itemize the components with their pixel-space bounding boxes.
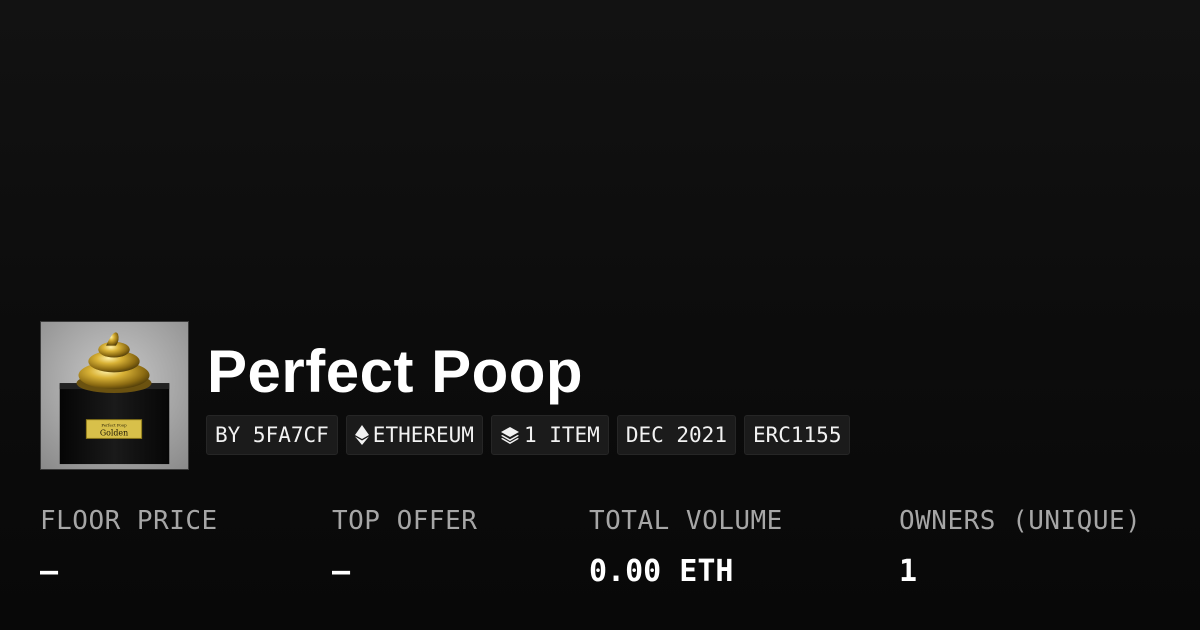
tag-date[interactable]: DEC 2021 bbox=[616, 415, 736, 455]
stat-owners: OWNERS (UNIQUE) 1 bbox=[899, 503, 1141, 591]
stat-floor-price: FLOOR PRICE — bbox=[40, 503, 218, 591]
collection-title: Perfect Poop bbox=[207, 338, 584, 405]
tag-chain-label: ETHEREUM bbox=[372, 423, 474, 447]
tag-items[interactable]: 1 ITEM bbox=[490, 415, 609, 455]
stat-label: TOTAL VOLUME bbox=[589, 506, 783, 536]
stat-value: 0.00 ETH bbox=[589, 554, 734, 589]
stat-value: 1 bbox=[899, 554, 918, 589]
stat-label: TOP OFFER bbox=[332, 506, 478, 536]
tag-creator[interactable]: BY 5FA7CF bbox=[206, 415, 338, 455]
tag-chain[interactable]: ETHEREUM bbox=[345, 415, 483, 455]
plaque-text: Golden bbox=[100, 428, 128, 437]
stat-label: OWNERS (UNIQUE) bbox=[899, 506, 1142, 536]
plaque-small-text: Perfect Poop bbox=[101, 423, 127, 428]
layers-icon bbox=[500, 426, 520, 444]
collection-thumbnail: Perfect Poop Golden bbox=[40, 321, 189, 470]
tag-standard[interactable]: ERC1155 bbox=[743, 415, 851, 455]
tag-items-label: 1 ITEM bbox=[523, 423, 600, 447]
collection-tags: BY 5FA7CF ETHEREUM 1 ITEM DEC 2021 ERC11… bbox=[206, 415, 851, 455]
collection-stats: FLOOR PRICE — TOP OFFER — TOTAL VOLUME 0… bbox=[0, 503, 1200, 613]
stat-value: — bbox=[332, 554, 351, 589]
ethereum-icon bbox=[354, 425, 369, 445]
tag-standard-label: ERC1155 bbox=[752, 423, 842, 447]
stat-label: FLOOR PRICE bbox=[40, 506, 218, 536]
tag-date-label: DEC 2021 bbox=[625, 423, 727, 447]
stat-value: — bbox=[40, 554, 59, 589]
stat-top-offer: TOP OFFER — bbox=[332, 503, 477, 591]
stat-total-volume: TOTAL VOLUME 0.00 ETH bbox=[589, 503, 783, 591]
tag-creator-label: BY 5FA7CF bbox=[215, 423, 329, 447]
